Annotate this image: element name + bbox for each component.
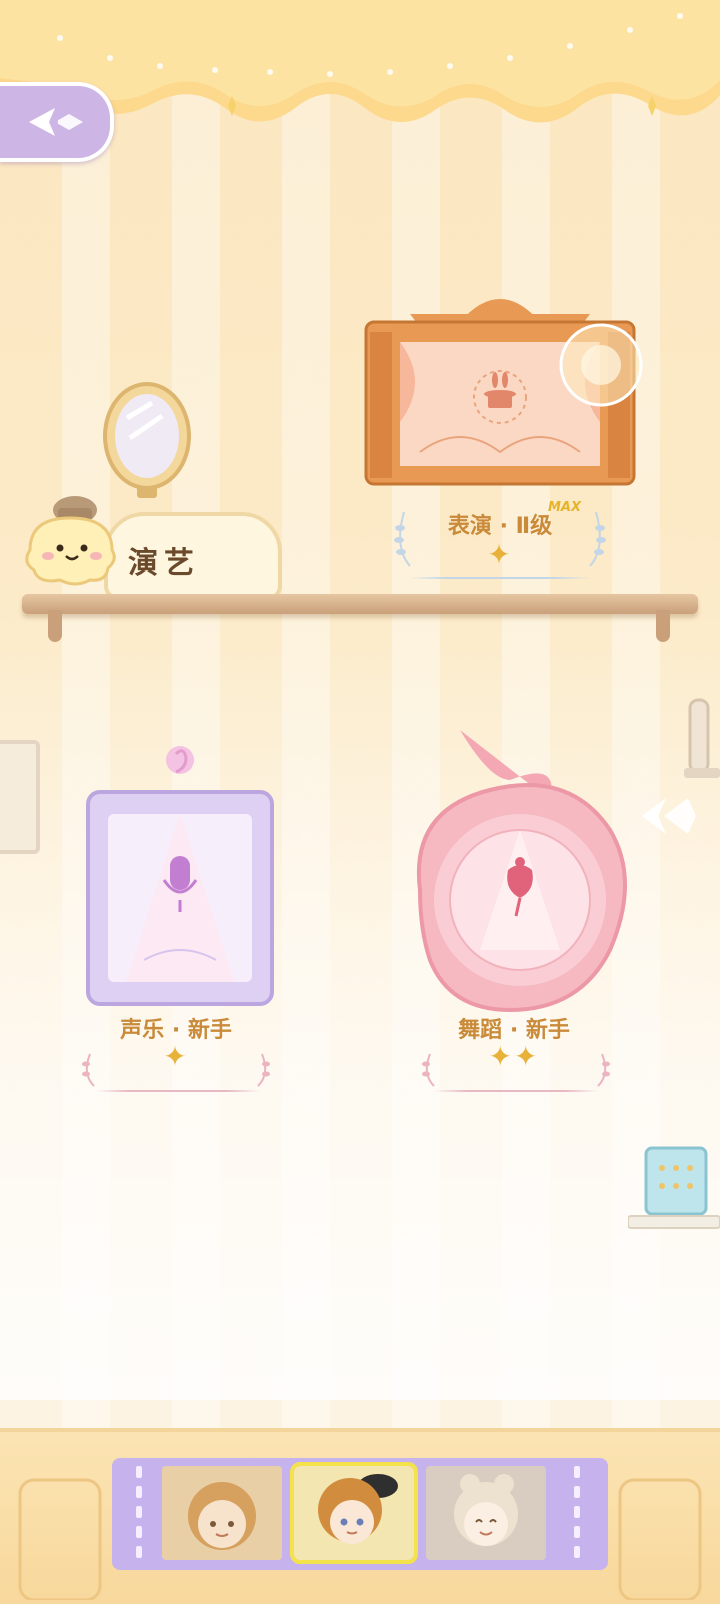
film-hole [136,1526,142,1538]
skill-card-vocal[interactable] [84,740,276,1010]
category-sign-label: 演艺 [128,546,200,581]
back-arrow-icon [29,108,83,136]
divider [434,1090,598,1092]
character-avatar [294,1466,414,1560]
skill-vocal-stars: ✦ [163,1040,189,1073]
film-hole [136,1546,142,1558]
skill-dance-stars: ✦✦ [488,1040,540,1073]
divider [96,1090,260,1092]
right-lamp-decoration [684,698,720,778]
mascot-character [25,496,116,586]
left-partial-frame[interactable] [0,740,40,854]
skill-performance-stars: ✦ [487,538,513,571]
shelf [22,594,698,614]
laurel-right-icon [257,1053,270,1087]
film-hole [136,1486,142,1498]
laurel-right-icon [597,1053,610,1087]
laurel-right-icon [589,511,606,567]
laurel-left-icon [422,1053,435,1087]
character-portrait-2[interactable] [290,1462,418,1564]
film-hole [574,1486,580,1498]
divider [410,577,590,579]
max-badge: MAX [548,500,582,515]
shelf-bracket [48,610,62,642]
character-avatar [426,1466,546,1560]
dance-frame [416,730,627,1013]
next-page-button[interactable] [636,784,700,848]
laurel-left-icon [82,1053,95,1087]
character-portrait-1[interactable] [162,1466,282,1560]
mirror-decoration [103,382,191,498]
film-hole [136,1506,142,1518]
vocal-frame [86,746,274,1006]
character-avatar [162,1466,282,1560]
right-box-decoration [628,1146,720,1229]
laurel-left-icon [394,511,411,567]
character-portrait-3[interactable] [426,1466,546,1560]
skill-card-dance[interactable] [400,720,640,1020]
shelf-bracket [656,610,670,642]
film-hole [574,1546,580,1558]
glow-ring-icon [559,323,643,407]
film-hole [574,1526,580,1538]
back-button[interactable] [0,82,114,162]
film-hole [136,1466,142,1478]
chevron-right-icon [642,798,696,834]
film-hole [574,1506,580,1518]
film-hole [574,1466,580,1478]
